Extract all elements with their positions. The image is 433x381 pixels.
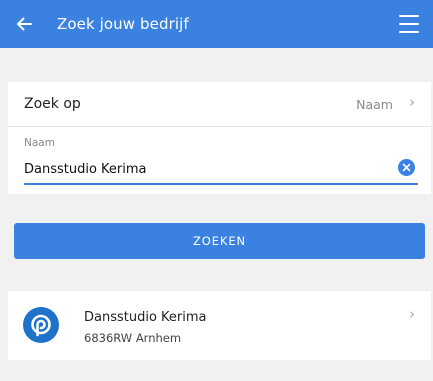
zoeken-button[interactable]: ZOEKEN [14, 223, 425, 259]
divider [8, 126, 431, 127]
back-button[interactable] [2, 0, 46, 48]
company-logo-icon [23, 307, 59, 343]
result-address: 6836RW Arnhem [84, 331, 182, 345]
hamburger-menu-icon[interactable] [399, 15, 419, 33]
search-card: Zoek op Naam › Naam [8, 82, 431, 194]
zoek-op-value: Naam [356, 96, 393, 112]
clear-x-icon [402, 163, 411, 172]
zoek-op-selector[interactable]: Zoek op Naam › [8, 82, 431, 126]
page-title: Zoek jouw bedrijf [57, 15, 189, 33]
chevron-right-icon: › [409, 93, 415, 111]
clear-input-button[interactable] [398, 159, 415, 176]
app-bar: Zoek jouw bedrijf [0, 0, 433, 48]
result-name: Dansstudio Kerima [84, 310, 207, 325]
chevron-right-icon: › [409, 305, 415, 323]
naam-field-label: Naam [24, 137, 55, 149]
input-underline [24, 183, 418, 185]
naam-input[interactable] [24, 158, 384, 180]
zoek-op-label: Zoek op [24, 96, 81, 112]
result-item[interactable]: Dansstudio Kerima 6836RW Arnhem › [8, 291, 431, 360]
arrow-left-icon [17, 17, 32, 31]
